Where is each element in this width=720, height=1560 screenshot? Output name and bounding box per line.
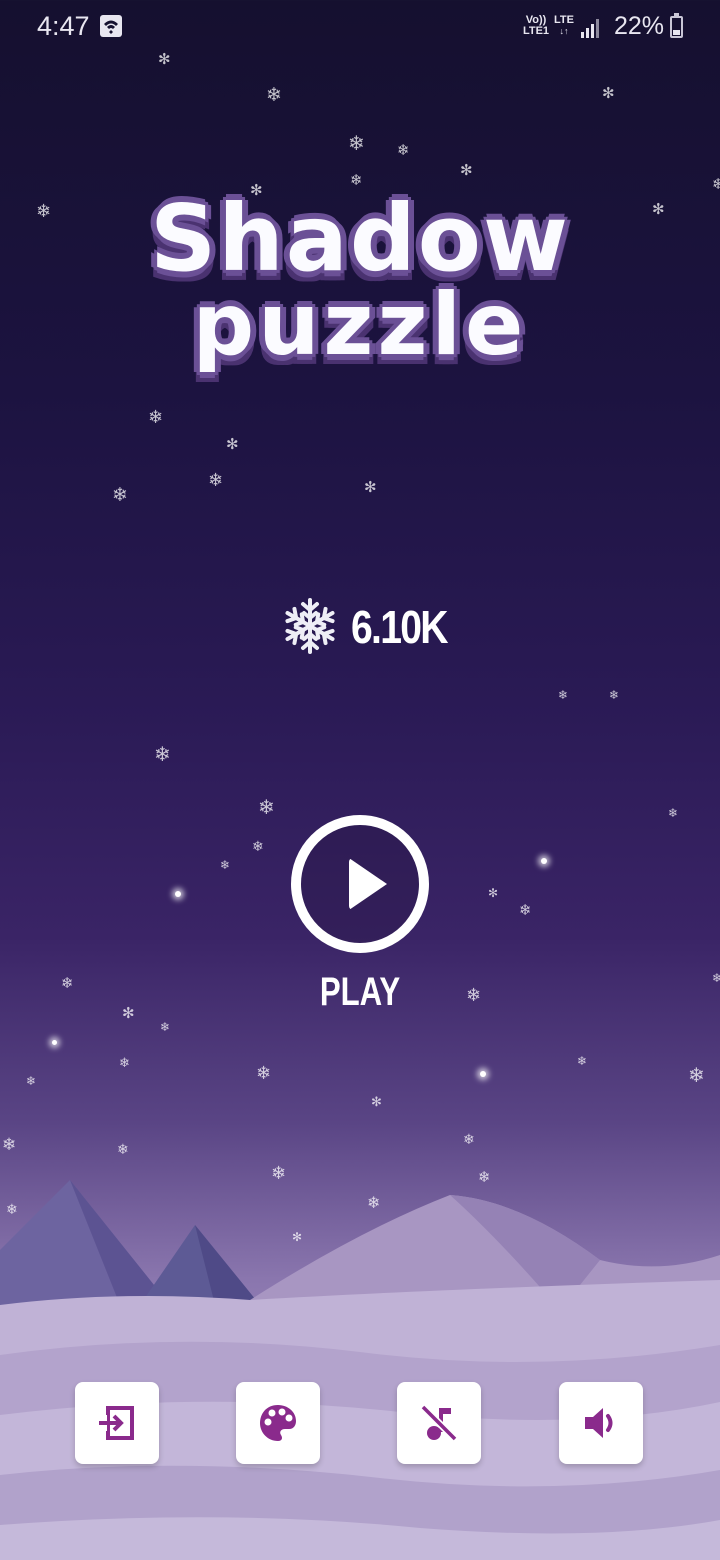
status-bar: 4:47 Vo)) LTE1 LTE ↓↑ 22%: [0, 0, 720, 56]
snowflake-icon: ❄: [577, 1054, 588, 1068]
snowflake-icon: ✻: [460, 161, 473, 179]
snowflake-icon: ❄: [688, 1063, 705, 1087]
music-off-icon: [420, 1404, 458, 1442]
snowflake-icon: ❄: [112, 484, 128, 506]
theme-button[interactable]: [236, 1382, 320, 1464]
snowflake-icon: ❄: [119, 1056, 130, 1071]
logo-line2: puzzle: [192, 275, 528, 375]
snowflake-icon: ❄: [148, 407, 164, 428]
snowflake-icon: ❄: [160, 1020, 171, 1034]
snowflake-icon: ✻: [158, 50, 171, 68]
volume-icon: [585, 1408, 613, 1438]
battery-percent: 22%: [614, 12, 665, 40]
snowflake-icon: [281, 598, 339, 654]
snowflake-icon: ❄: [397, 141, 410, 159]
play-label[interactable]: PLAY: [313, 970, 407, 1015]
snowflake-icon: ❄: [26, 1074, 37, 1088]
snowflake-icon: ❄: [348, 131, 365, 155]
battery-icon: [670, 13, 683, 38]
palette-icon: [260, 1405, 296, 1441]
exit-button[interactable]: [75, 1382, 159, 1464]
sound-toggle-button[interactable]: [559, 1382, 643, 1464]
snowflake-icon: ✻: [122, 1004, 135, 1022]
snowflake-icon: ❄: [519, 901, 532, 919]
snowflake-icon: ❄: [558, 688, 569, 702]
snowflake-icon: ✻: [364, 478, 377, 496]
sparkle: [541, 858, 547, 864]
volte-indicator: Vo)) LTE1: [522, 15, 550, 37]
music-toggle-button[interactable]: [397, 1382, 481, 1464]
sparkle: [52, 1040, 57, 1045]
snowflake-icon: ❄: [61, 974, 74, 992]
sparkle: [480, 1071, 486, 1077]
snowflake-icon: ❄: [258, 795, 275, 819]
exit-icon: [99, 1406, 134, 1440]
snowflake-icon: ✻: [371, 1095, 382, 1110]
sparkle: [175, 891, 181, 897]
snowflake-icon: ✻: [652, 200, 665, 218]
snowflake-count: 6.10K: [351, 601, 449, 653]
landscape-background: [0, 1180, 720, 1560]
data-arrows-icon: ↓↑: [559, 26, 569, 36]
lte-indicator: LTE ↓↑: [553, 15, 575, 37]
snowflake-counter: 6.10K: [280, 596, 480, 660]
signal-icon: [581, 19, 599, 38]
snowflake-icon: ❄: [668, 806, 679, 820]
game-logo: Shadow puzzle: [120, 185, 600, 385]
lte-label: LTE: [554, 14, 574, 26]
snowflake-icon: ❄: [609, 688, 620, 702]
snowflake-icon: ❄: [712, 971, 720, 985]
snowflake-icon: ❄: [252, 839, 264, 855]
snowflake-icon: ❄: [220, 858, 231, 872]
volte-line2: LTE1: [522, 25, 550, 37]
snowflake-icon: ❄: [712, 175, 720, 193]
snowflake-icon: ❄: [154, 742, 171, 766]
play-button[interactable]: [291, 815, 429, 953]
wifi-icon: [100, 15, 122, 37]
snowflake-icon: ❄: [466, 985, 482, 1006]
snowflake-icon: ✻: [488, 886, 499, 900]
play-icon: [349, 858, 387, 910]
snowflake-icon: ❄: [256, 1063, 272, 1084]
status-time: 4:47: [37, 11, 90, 41]
snowflake-icon: ✻: [602, 84, 615, 102]
snowflake-icon: ❄: [208, 470, 224, 491]
snowflake-icon: ❄: [266, 84, 282, 106]
snowflake-icon: ❄: [36, 201, 52, 222]
snowflake-icon: ✻: [226, 435, 239, 453]
